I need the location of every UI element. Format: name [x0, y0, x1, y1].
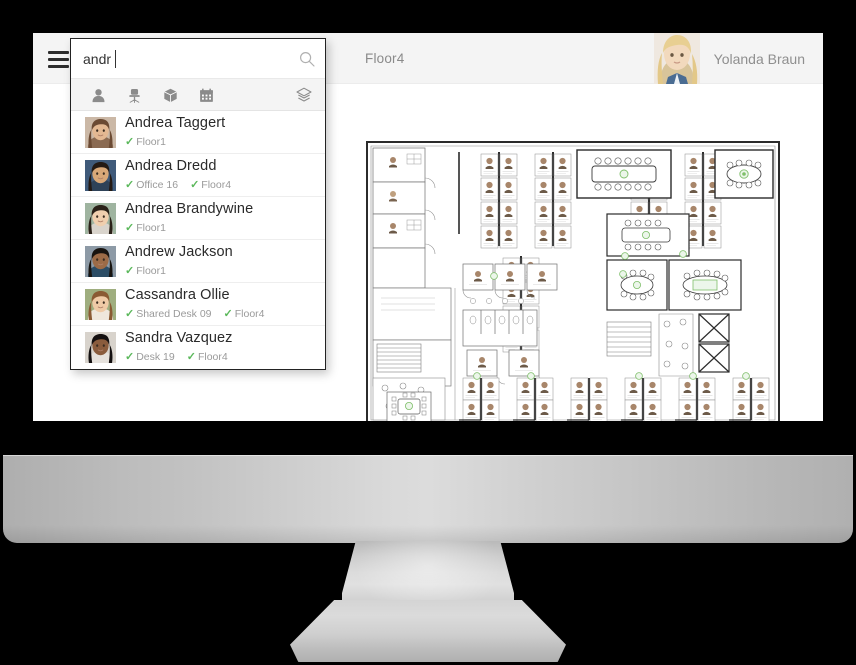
- check-icon: ✓: [223, 308, 233, 320]
- result-tag: ✓ Floor4: [223, 307, 265, 321]
- result-name: Cassandra Ollie: [125, 287, 230, 303]
- avatar: [85, 117, 116, 148]
- avatar: [653, 33, 700, 84]
- avatar: [85, 289, 116, 320]
- result-tag-label: Shared Desk 09: [136, 307, 212, 320]
- hamburger-bar-3: [47, 64, 69, 68]
- result-tag: ✓ Shared Desk 09: [125, 307, 212, 321]
- result-name: Andrew Jackson: [125, 244, 233, 260]
- result-tag: ✓ Floor1: [125, 221, 166, 235]
- result-tag: ✓ Office 16: [125, 178, 179, 192]
- chair-icon: [128, 88, 140, 103]
- box-icon: [163, 88, 177, 102]
- hamburger-bar-1: [47, 50, 69, 54]
- layers-icon: [296, 87, 312, 102]
- result-name: Andrea Dredd: [125, 158, 217, 174]
- filter-tab-assets[interactable]: [159, 85, 181, 105]
- hamburger-icon[interactable]: [43, 45, 73, 73]
- filter-tab-people[interactable]: [87, 85, 109, 105]
- monitor-frame: Floor4 Yolanda Braun andr Andrea Taggert…: [0, 0, 856, 665]
- result-tag: ✓ Floor1: [125, 135, 166, 149]
- floorplan[interactable]: [363, 138, 783, 421]
- avatar: [85, 332, 116, 363]
- check-icon: ✓: [125, 179, 135, 191]
- result-tags: ✓ Shared Desk 09 ✓ Floor4: [125, 307, 265, 321]
- result-tag-label: Floor4: [234, 307, 265, 320]
- check-icon: ✓: [125, 351, 135, 363]
- text-caret: [115, 50, 116, 68]
- result-tags: ✓ Floor1: [125, 264, 166, 278]
- avatar: [85, 160, 116, 191]
- check-icon: ✓: [125, 308, 135, 320]
- check-icon: ✓: [125, 265, 135, 277]
- avatar: [85, 246, 116, 277]
- result-tag-label: Office 16: [136, 178, 179, 191]
- result-item[interactable]: Andrew Jackson ✓ Floor1: [71, 240, 325, 283]
- result-name: Sandra Vazquez: [125, 330, 233, 346]
- calendar-icon: [199, 88, 213, 102]
- result-tags: ✓ Office 16 ✓ Floor4: [125, 178, 232, 192]
- hamburger-bar-2: [47, 57, 69, 61]
- check-icon: ✓: [125, 136, 135, 148]
- result-tag-label: Floor4: [197, 350, 228, 363]
- result-tag: ✓ Floor4: [190, 178, 232, 192]
- layers-button[interactable]: [293, 85, 315, 105]
- screen: Floor4 Yolanda Braun andr Andrea Taggert…: [33, 33, 823, 421]
- user-chip[interactable]: Yolanda Braun: [653, 33, 823, 84]
- result-name: Andrea Brandywine: [125, 201, 254, 217]
- result-tag-label: Floor1: [136, 135, 166, 148]
- filter-tab-desks[interactable]: [123, 85, 145, 105]
- user-name: Yolanda Braun: [713, 50, 805, 67]
- result-tag: ✓ Desk 19: [125, 350, 175, 364]
- search-panel[interactable]: Andrea Taggert✓Floor1 Andrea Dredd✓Offic…: [70, 38, 326, 370]
- result-tag-label: Floor1: [136, 264, 166, 277]
- result-tag: ✓ Floor4: [186, 350, 228, 364]
- monitor-stand-base: [290, 600, 566, 662]
- result-tags: ✓ Desk 19 ✓ Floor4: [125, 350, 228, 364]
- result-item[interactable]: Andrea Dredd ✓ Office 16 ✓ Floor4: [71, 154, 325, 197]
- check-icon: ✓: [190, 179, 200, 191]
- search-row[interactable]: [71, 39, 325, 79]
- result-tag-label: Desk 19: [136, 350, 175, 363]
- monitor-chin: [3, 455, 853, 543]
- floor-label: Floor4: [365, 51, 405, 66]
- person-icon: [92, 88, 104, 102]
- result-tag-label: Floor4: [201, 178, 232, 191]
- results-list[interactable]: Andrea Taggert ✓ Floor1 Andrea Dredd ✓ Offic…: [71, 111, 325, 369]
- result-item[interactable]: Andrea Taggert ✓ Floor1: [71, 111, 325, 154]
- check-icon: ✓: [186, 351, 196, 363]
- result-name: Andrea Taggert: [125, 115, 226, 131]
- result-item[interactable]: Sandra Vazquez ✓ Desk 19 ✓ Floor4: [71, 326, 325, 369]
- result-tags: ✓ Floor1: [125, 135, 166, 149]
- result-tag: ✓ Floor1: [125, 264, 166, 278]
- check-icon: ✓: [125, 222, 135, 234]
- result-item[interactable]: Andrea Brandywine ✓ Floor1: [71, 197, 325, 240]
- result-tags: ✓ Floor1: [125, 221, 166, 235]
- filter-tabs[interactable]: [71, 79, 325, 111]
- search-icon[interactable]: [299, 51, 315, 67]
- filter-tab-bookings[interactable]: [195, 85, 217, 105]
- result-tag-label: Floor1: [136, 221, 166, 234]
- avatar: [85, 203, 116, 234]
- result-item[interactable]: Cassandra Ollie ✓ Shared Desk 09 ✓ Floor4: [71, 283, 325, 326]
